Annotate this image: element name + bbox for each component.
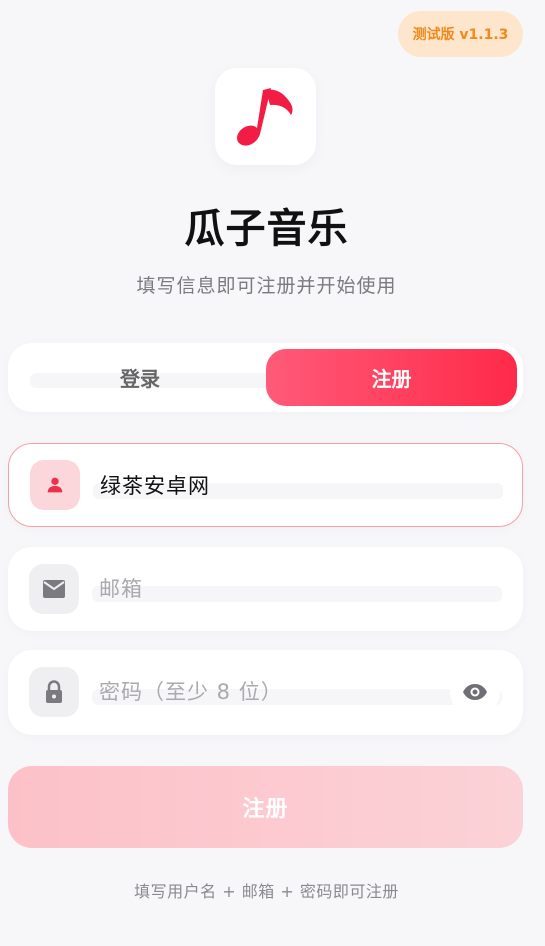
email-field[interactable] (8, 547, 523, 631)
lock-icon (29, 667, 79, 717)
app-title: 瓜子音乐 (184, 206, 349, 252)
register-submit-button[interactable]: 注册 (8, 766, 523, 848)
tab-register[interactable]: 注册 (266, 349, 517, 406)
username-field[interactable] (8, 443, 523, 527)
password-field[interactable] (8, 650, 523, 735)
person-icon (30, 460, 80, 510)
tab-login[interactable]: 登录 (14, 349, 266, 406)
app-logo (215, 68, 316, 165)
version-badge: 测试版 v1.1.3 (398, 11, 523, 57)
app-subtitle: 填写信息即可注册并开始使用 (136, 275, 397, 297)
toggle-password-button[interactable] (450, 667, 500, 717)
password-input[interactable] (99, 672, 419, 712)
email-input[interactable] (99, 569, 419, 609)
username-input[interactable] (100, 465, 420, 505)
footer-hint: 填写用户名 + 邮箱 + 密码即可注册 (134, 882, 399, 901)
mail-icon (29, 564, 79, 614)
music-note-icon (236, 87, 292, 146)
eye-icon (463, 684, 487, 700)
auth-tabs: 登录 注册 (8, 343, 523, 412)
